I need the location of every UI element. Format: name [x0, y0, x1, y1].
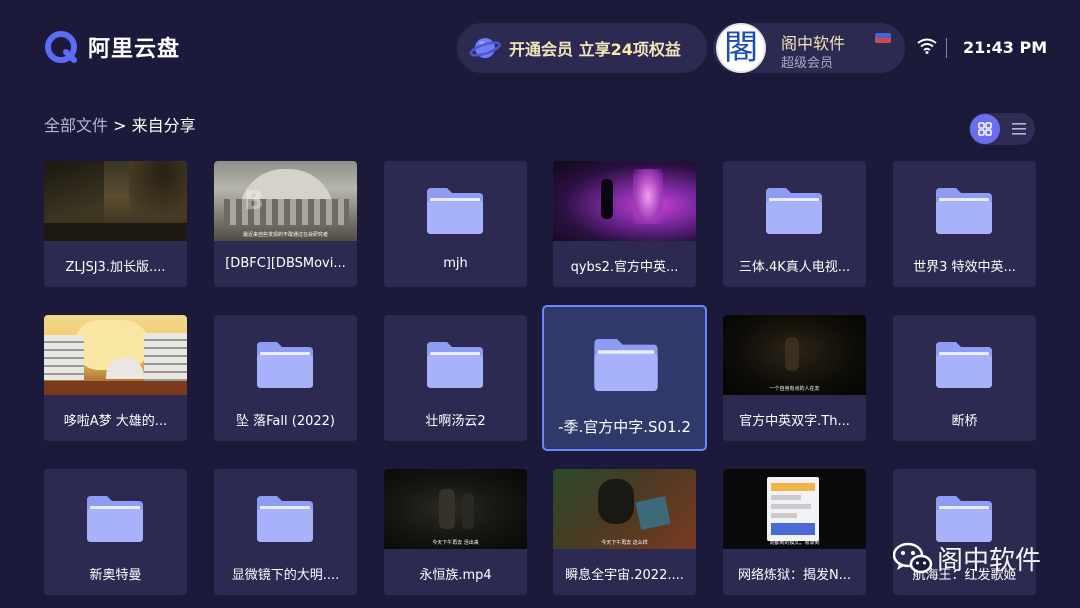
- file-name: ZLJSJ3.加长版....: [65, 260, 166, 275]
- thumbnail-subtitle: 向都到的模式，收录到: [769, 540, 820, 546]
- video-thumbnail: 今天下午再去 这么样: [553, 469, 696, 549]
- video-thumbnail: [44, 161, 187, 241]
- file-name: [DBFC][DBSMovi...: [225, 256, 346, 271]
- file-name: 坠 落Fall (2022): [236, 414, 335, 429]
- vip-promo-suffix: 项权益: [632, 40, 681, 59]
- file-name: mjh: [443, 256, 468, 271]
- member-badge-icon: [875, 33, 891, 43]
- aliyun-drive-tv-screen: 阿里云盘 开通会员 立享24项权益 閣 阁中软件 超级会员 21:43 PM 全…: [0, 0, 1080, 608]
- folder-icon: [427, 188, 483, 234]
- file-card[interactable]: 一个自身有点的人在去 官方中英双字.Th...: [723, 315, 866, 441]
- header-divider: [946, 38, 947, 58]
- file-card[interactable]: 向都到的模式，收录到 网络炼狱：揭发N...: [723, 469, 866, 595]
- file-card[interactable]: 世界3 特效中英...: [893, 161, 1036, 287]
- vip-promo-count: 24: [610, 40, 633, 59]
- file-card[interactable]: 今天下午再去 活出来 永恒族.mp4: [384, 469, 527, 595]
- video-thumbnail: 一个自身有点的人在去: [723, 315, 866, 395]
- folder-icon: [766, 188, 822, 234]
- vip-promo-button[interactable]: 开通会员 立享24项权益: [457, 23, 707, 73]
- breadcrumb-separator: >: [108, 116, 132, 135]
- folder-icon: [936, 188, 992, 234]
- watermark-text: 阁中软件: [937, 546, 1042, 576]
- file-name: 哆啦A梦 大雄的...: [63, 414, 168, 429]
- file-card[interactable]: mjh: [384, 161, 527, 287]
- file-card[interactable]: 今天下午再去 这么样 瞬息全宇宙.2022....: [553, 469, 696, 595]
- thumbnail-subtitle: 一个自身有点的人在去: [769, 386, 820, 392]
- folder-icon: [87, 496, 143, 542]
- list-view-button[interactable]: [1004, 114, 1034, 144]
- file-card[interactable]: ZLJSJ3.加长版....: [44, 161, 187, 287]
- breadcrumb-current: 来自分享: [131, 116, 196, 135]
- wechat-icon: [893, 542, 933, 573]
- video-thumbnail: 向都到的模式，收录到: [723, 469, 866, 549]
- user-profile-button[interactable]: 閣 阁中软件 超级会员: [713, 23, 905, 73]
- thumbnail-subtitle: 最近来自些发现的不敢通过在会研究者: [242, 232, 328, 238]
- file-name: 世界3 特效中英...: [913, 260, 1016, 275]
- folder-icon: [936, 496, 992, 542]
- app-name: 阿里云盘: [88, 37, 181, 62]
- watermark: 阁中软件: [893, 540, 1041, 577]
- folder-icon: [427, 342, 483, 388]
- folder-icon: [257, 342, 313, 388]
- file-card[interactable]: 壮啊汤云2: [384, 315, 527, 441]
- file-name: 新奥特曼: [89, 568, 142, 583]
- file-name: 壮啊汤云2: [425, 414, 486, 429]
- file-card-focused[interactable]: -季.官方中字.S01.2: [542, 305, 707, 451]
- file-card[interactable]: 显微镜下的大明....: [214, 469, 357, 595]
- file-card[interactable]: 新奥特曼: [44, 469, 187, 595]
- planet-icon: [469, 38, 501, 58]
- file-name: 断桥: [951, 414, 978, 429]
- video-thumbnail: 今天下午再去 活出来: [384, 469, 527, 549]
- view-toggle: [969, 113, 1035, 145]
- vip-promo-prefix: 开通会员 立享: [509, 40, 611, 59]
- folder-icon: [936, 342, 992, 388]
- file-name: 瞬息全宇宙.2022....: [565, 568, 684, 583]
- breadcrumb-root[interactable]: 全部文件: [44, 116, 108, 135]
- folder-icon: [257, 496, 313, 542]
- file-name: 显微镜下的大明....: [231, 568, 340, 583]
- file-card[interactable]: qybs2.官方中英...: [553, 161, 696, 287]
- file-card[interactable]: B 最近来自些发现的不敢通过在会研究者 [DBFC][DBSMovi...: [214, 161, 357, 287]
- wifi-icon: [917, 38, 937, 54]
- avatar: 閣: [716, 23, 766, 73]
- folder-icon: [594, 339, 658, 391]
- grid-view-button[interactable]: [970, 114, 1000, 144]
- app-logo: 阿里云盘: [44, 30, 180, 64]
- file-name: 官方中英双字.Th...: [739, 414, 850, 429]
- vip-promo-text: 开通会员 立享24项权益: [509, 36, 681, 60]
- breadcrumb: 全部文件 > 来自分享: [44, 112, 196, 136]
- thumbnail-subtitle: 今天下午再去 活出来: [432, 540, 479, 546]
- aliyun-logo-icon: [45, 31, 77, 63]
- thumbnail-subtitle: 今天下午再去 这么样: [601, 540, 648, 546]
- clock: 21:43 PM: [963, 38, 1048, 57]
- video-thumbnail: [44, 315, 187, 395]
- grid-view-icon: [978, 122, 992, 136]
- file-card[interactable]: 断桥: [893, 315, 1036, 441]
- file-name: -季.官方中字.S01.2: [558, 418, 691, 436]
- thumbnail-watermark: B: [244, 186, 264, 216]
- file-card[interactable]: 哆啦A梦 大雄的...: [44, 315, 187, 441]
- video-thumbnail: B 最近来自些发现的不敢通过在会研究者: [214, 161, 357, 241]
- file-name: qybs2.官方中英...: [570, 260, 679, 275]
- avatar-glyph: 閣: [724, 28, 758, 68]
- file-name: 网络炼狱：揭发N...: [737, 568, 852, 583]
- user-name: 阁中软件: [781, 34, 846, 53]
- video-thumbnail: [553, 161, 696, 241]
- file-card[interactable]: 坠 落Fall (2022): [214, 315, 357, 441]
- file-name: 三体.4K真人电视...: [738, 260, 851, 275]
- file-card[interactable]: 三体.4K真人电视...: [723, 161, 866, 287]
- membership-level: 超级会员: [781, 56, 834, 71]
- list-view-icon: [1012, 123, 1026, 135]
- file-name: 永恒族.mp4: [419, 568, 492, 583]
